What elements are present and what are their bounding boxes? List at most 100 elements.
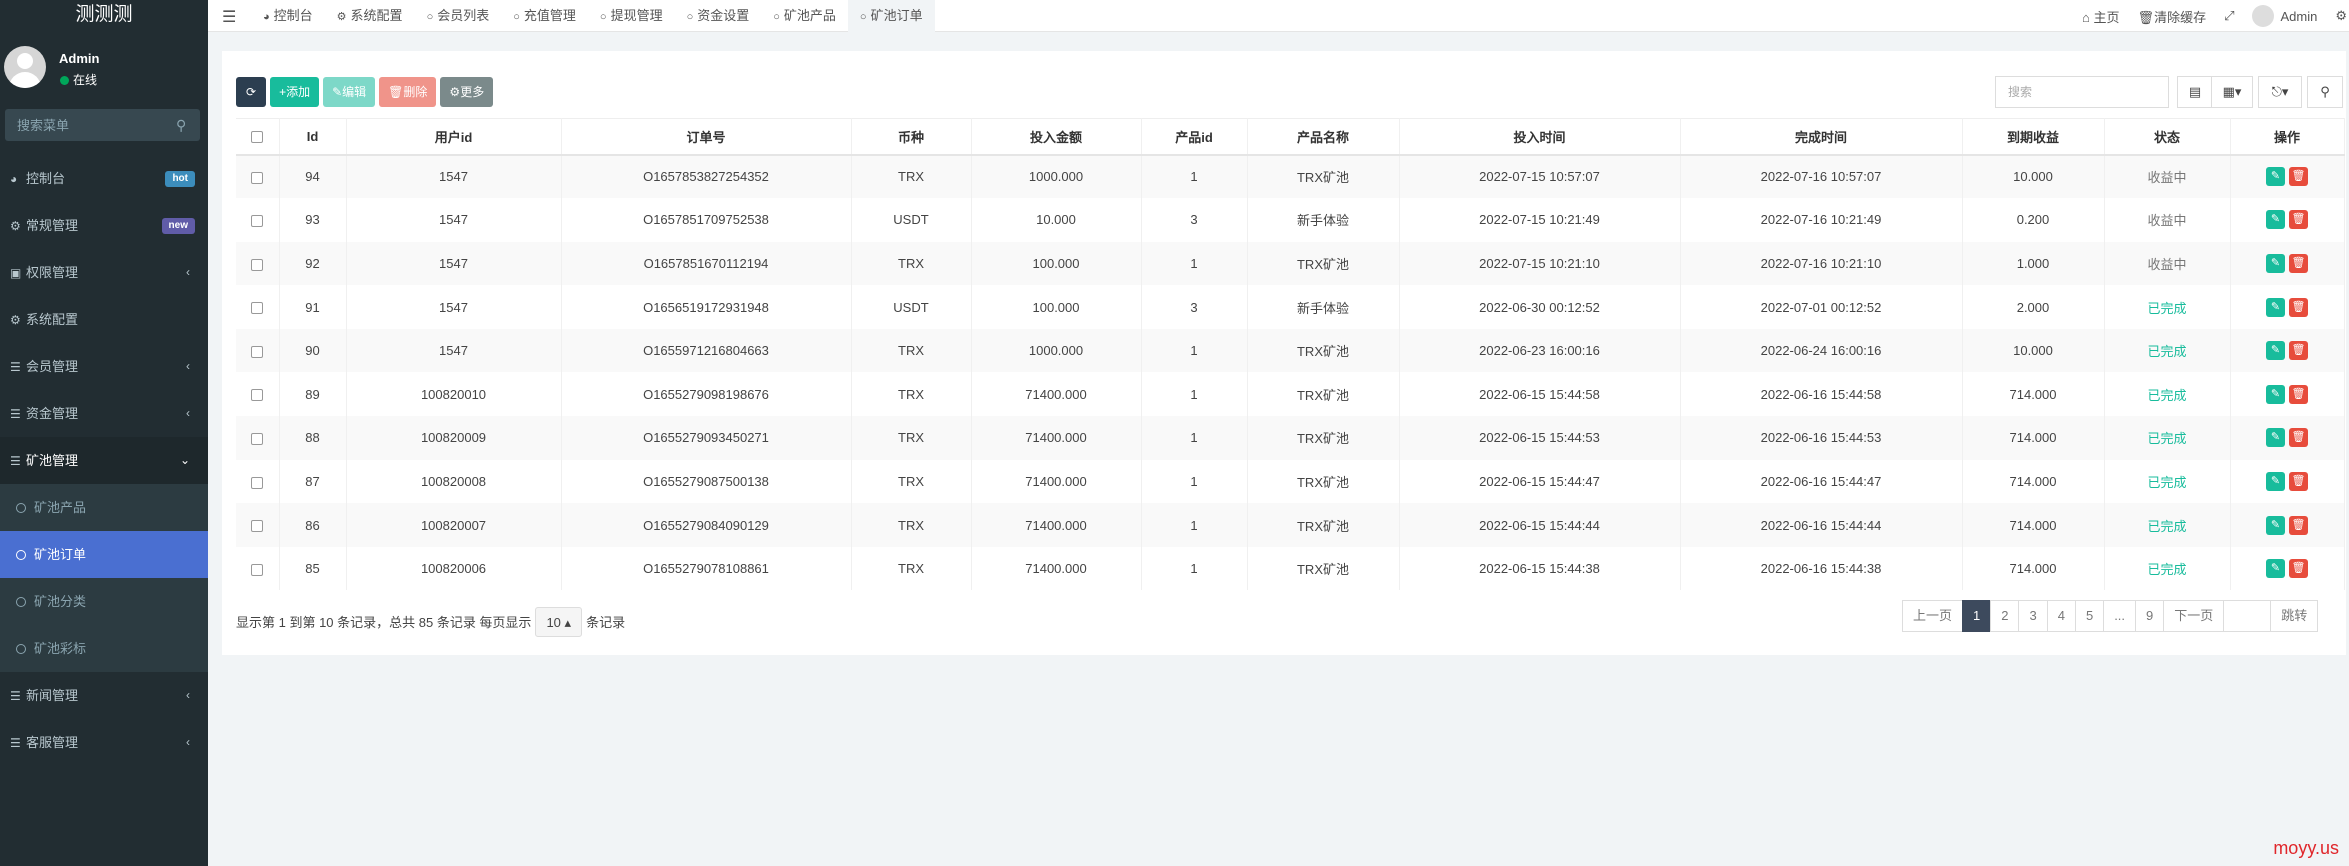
- col-header-id[interactable]: Id: [279, 118, 347, 156]
- edit-row-button[interactable]: ✎: [2266, 253, 2285, 273]
- more-button[interactable]: ⚙更多: [440, 77, 494, 107]
- cell-status: 已完成: [2104, 546, 2231, 591]
- fullscreen-icon[interactable]: ⤢: [2224, 8, 2234, 24]
- export-button[interactable]: ⎋▾: [2258, 76, 2302, 108]
- delete-row-button[interactable]: 🗑: [2289, 471, 2308, 491]
- delete-row-button[interactable]: 🗑: [2289, 515, 2308, 535]
- advanced-search-button[interactable]: ⚲: [2307, 76, 2343, 108]
- edit-row-button[interactable]: ✎: [2266, 559, 2285, 579]
- tab-funds-settings[interactable]: ○ 资金设置: [675, 0, 762, 32]
- col-header-end-time[interactable]: 完成时间: [1680, 118, 1963, 156]
- row-checkbox[interactable]: [251, 171, 264, 184]
- user-menu[interactable]: Admin: [2252, 5, 2317, 27]
- delete-row-button[interactable]: 🗑: [2289, 559, 2308, 579]
- delete-row-button[interactable]: 🗑: [2289, 428, 2308, 448]
- sidebar-subitem-pool-products[interactable]: 矿池产品: [0, 484, 208, 531]
- next-page-button[interactable]: 下一页: [2163, 600, 2225, 632]
- tab-pool-products[interactable]: ○ 矿池产品: [761, 0, 848, 32]
- col-header-user-id[interactable]: 用户id: [346, 118, 562, 156]
- col-header-product-name[interactable]: 产品名称: [1247, 118, 1400, 156]
- row-checkbox[interactable]: [251, 214, 264, 227]
- col-header-status[interactable]: 状态: [2104, 118, 2231, 156]
- clear-cache-link[interactable]: 🗑清除缓存: [2138, 7, 2207, 26]
- hamburger-icon[interactable]: ☰: [222, 7, 236, 27]
- page-size-dropdown[interactable]: 10 ▴: [535, 607, 583, 637]
- tab-system-config[interactable]: ⚙ 系统配置: [325, 0, 415, 32]
- refresh-button[interactable]: ⟳: [236, 77, 267, 107]
- delete-row-button[interactable]: 🗑: [2289, 210, 2308, 230]
- cell-order-no: O1656519172931948: [561, 285, 852, 329]
- delete-button[interactable]: 🗑删除: [379, 77, 437, 107]
- cell-product-id: 1: [1141, 459, 1248, 504]
- row-checkbox[interactable]: [251, 563, 264, 576]
- tab-pool-orders[interactable]: ○ 矿池订单: [847, 0, 935, 32]
- page-3[interactable]: 3: [2018, 600, 2048, 632]
- table-row: 89 100820010 O1655279098198676 TRX 71400.000…: [236, 372, 2345, 417]
- col-header-order-no[interactable]: 订单号: [561, 118, 852, 156]
- sidebar-item-general[interactable]: ⚙ 常规管理 new: [0, 202, 208, 249]
- settings-gear-icon[interactable]: ⚙: [2335, 8, 2347, 24]
- row-checkbox[interactable]: [251, 389, 264, 402]
- row-checkbox[interactable]: [251, 520, 264, 533]
- sidebar-item-config[interactable]: ⚙ 系统配置: [0, 296, 208, 343]
- page-5[interactable]: 5: [2074, 600, 2105, 632]
- sidebar-item-service[interactable]: ☰ 客服管理 ‹: [0, 719, 208, 766]
- menu-search-input[interactable]: [5, 109, 170, 141]
- page-4[interactable]: 4: [2046, 600, 2076, 632]
- refresh-icon: ⟳: [246, 85, 257, 99]
- page-1[interactable]: 1: [1962, 600, 1992, 632]
- tab-member-list[interactable]: ○ 会员列表: [415, 0, 502, 32]
- add-button[interactable]: +添加: [270, 77, 320, 107]
- home-link[interactable]: ⌂ 主页: [2082, 7, 2120, 26]
- row-checkbox[interactable]: [251, 432, 264, 445]
- page-9[interactable]: 9: [2135, 600, 2165, 632]
- edit-row-button[interactable]: ✎: [2266, 428, 2285, 448]
- jump-button[interactable]: 跳转: [2270, 600, 2319, 632]
- columns-button[interactable]: ▦▾: [2211, 76, 2253, 108]
- tab-dashboard[interactable]: ◕ 控制台: [251, 0, 325, 32]
- row-checkbox[interactable]: [251, 345, 264, 358]
- sidebar-item-pool[interactable]: ☰ 矿池管理 ⌄: [0, 437, 208, 484]
- edit-row-button[interactable]: ✎: [2266, 341, 2285, 361]
- sidebar-item-funds[interactable]: ☰ 资金管理 ‹: [0, 390, 208, 437]
- cell-start-time: 2022-06-23 16:00:16: [1399, 328, 1681, 373]
- toggle-view-button[interactable]: ▤: [2177, 76, 2213, 108]
- sidebar-item-dashboard[interactable]: ◕ 控制台 hot: [0, 155, 208, 202]
- table-search-input[interactable]: [1995, 76, 2169, 108]
- delete-row-button[interactable]: 🗑: [2289, 297, 2308, 317]
- col-header-profit[interactable]: 到期收益: [1962, 118, 2105, 156]
- tab-withdraw[interactable]: ○ 提现管理: [588, 0, 675, 32]
- edit-button[interactable]: ✎编辑: [323, 77, 376, 107]
- edit-row-button[interactable]: ✎: [2266, 471, 2285, 491]
- col-header-product-id[interactable]: 产品id: [1141, 118, 1248, 156]
- sidebar-item-members[interactable]: ☰ 会员管理 ‹: [0, 343, 208, 390]
- col-header-currency[interactable]: 币种: [851, 118, 972, 156]
- page-2[interactable]: 2: [1990, 600, 2020, 632]
- delete-row-button[interactable]: 🗑: [2289, 341, 2308, 361]
- cell-product-name: TRX矿池: [1247, 459, 1400, 504]
- sidebar-item-news[interactable]: ☰ 新闻管理 ‹: [0, 672, 208, 719]
- row-checkbox[interactable]: [251, 258, 264, 271]
- sidebar-subitem-pool-tags[interactable]: 矿池彩标: [0, 625, 208, 672]
- delete-row-button[interactable]: 🗑: [2289, 384, 2308, 404]
- edit-row-button[interactable]: ✎: [2266, 297, 2285, 317]
- edit-row-button[interactable]: ✎: [2266, 167, 2285, 187]
- edit-row-button[interactable]: ✎: [2266, 515, 2285, 535]
- delete-row-button[interactable]: 🗑: [2289, 167, 2308, 187]
- col-header-amount[interactable]: 投入金额: [971, 118, 1142, 156]
- col-header-start-time[interactable]: 投入时间: [1399, 118, 1681, 156]
- row-checkbox[interactable]: [251, 476, 264, 489]
- page-jump-input[interactable]: [2223, 600, 2272, 632]
- edit-row-button[interactable]: ✎: [2266, 384, 2285, 404]
- app-logo[interactable]: 测测测: [0, 0, 208, 32]
- prev-page-button[interactable]: 上一页: [1902, 600, 1964, 632]
- delete-row-button[interactable]: 🗑: [2289, 253, 2308, 273]
- row-checkbox[interactable]: [251, 302, 264, 315]
- sidebar-subitem-pool-orders[interactable]: 矿池订单: [0, 531, 208, 578]
- search-icon[interactable]: ⚲: [176, 117, 186, 134]
- sidebar-item-auth[interactable]: ▣ 权限管理 ‹: [0, 249, 208, 296]
- sidebar-subitem-pool-categories[interactable]: 矿池分类: [0, 578, 208, 625]
- edit-row-button[interactable]: ✎: [2266, 210, 2285, 230]
- select-all-checkbox[interactable]: [251, 131, 264, 144]
- tab-recharge[interactable]: ○ 充值管理: [501, 0, 588, 32]
